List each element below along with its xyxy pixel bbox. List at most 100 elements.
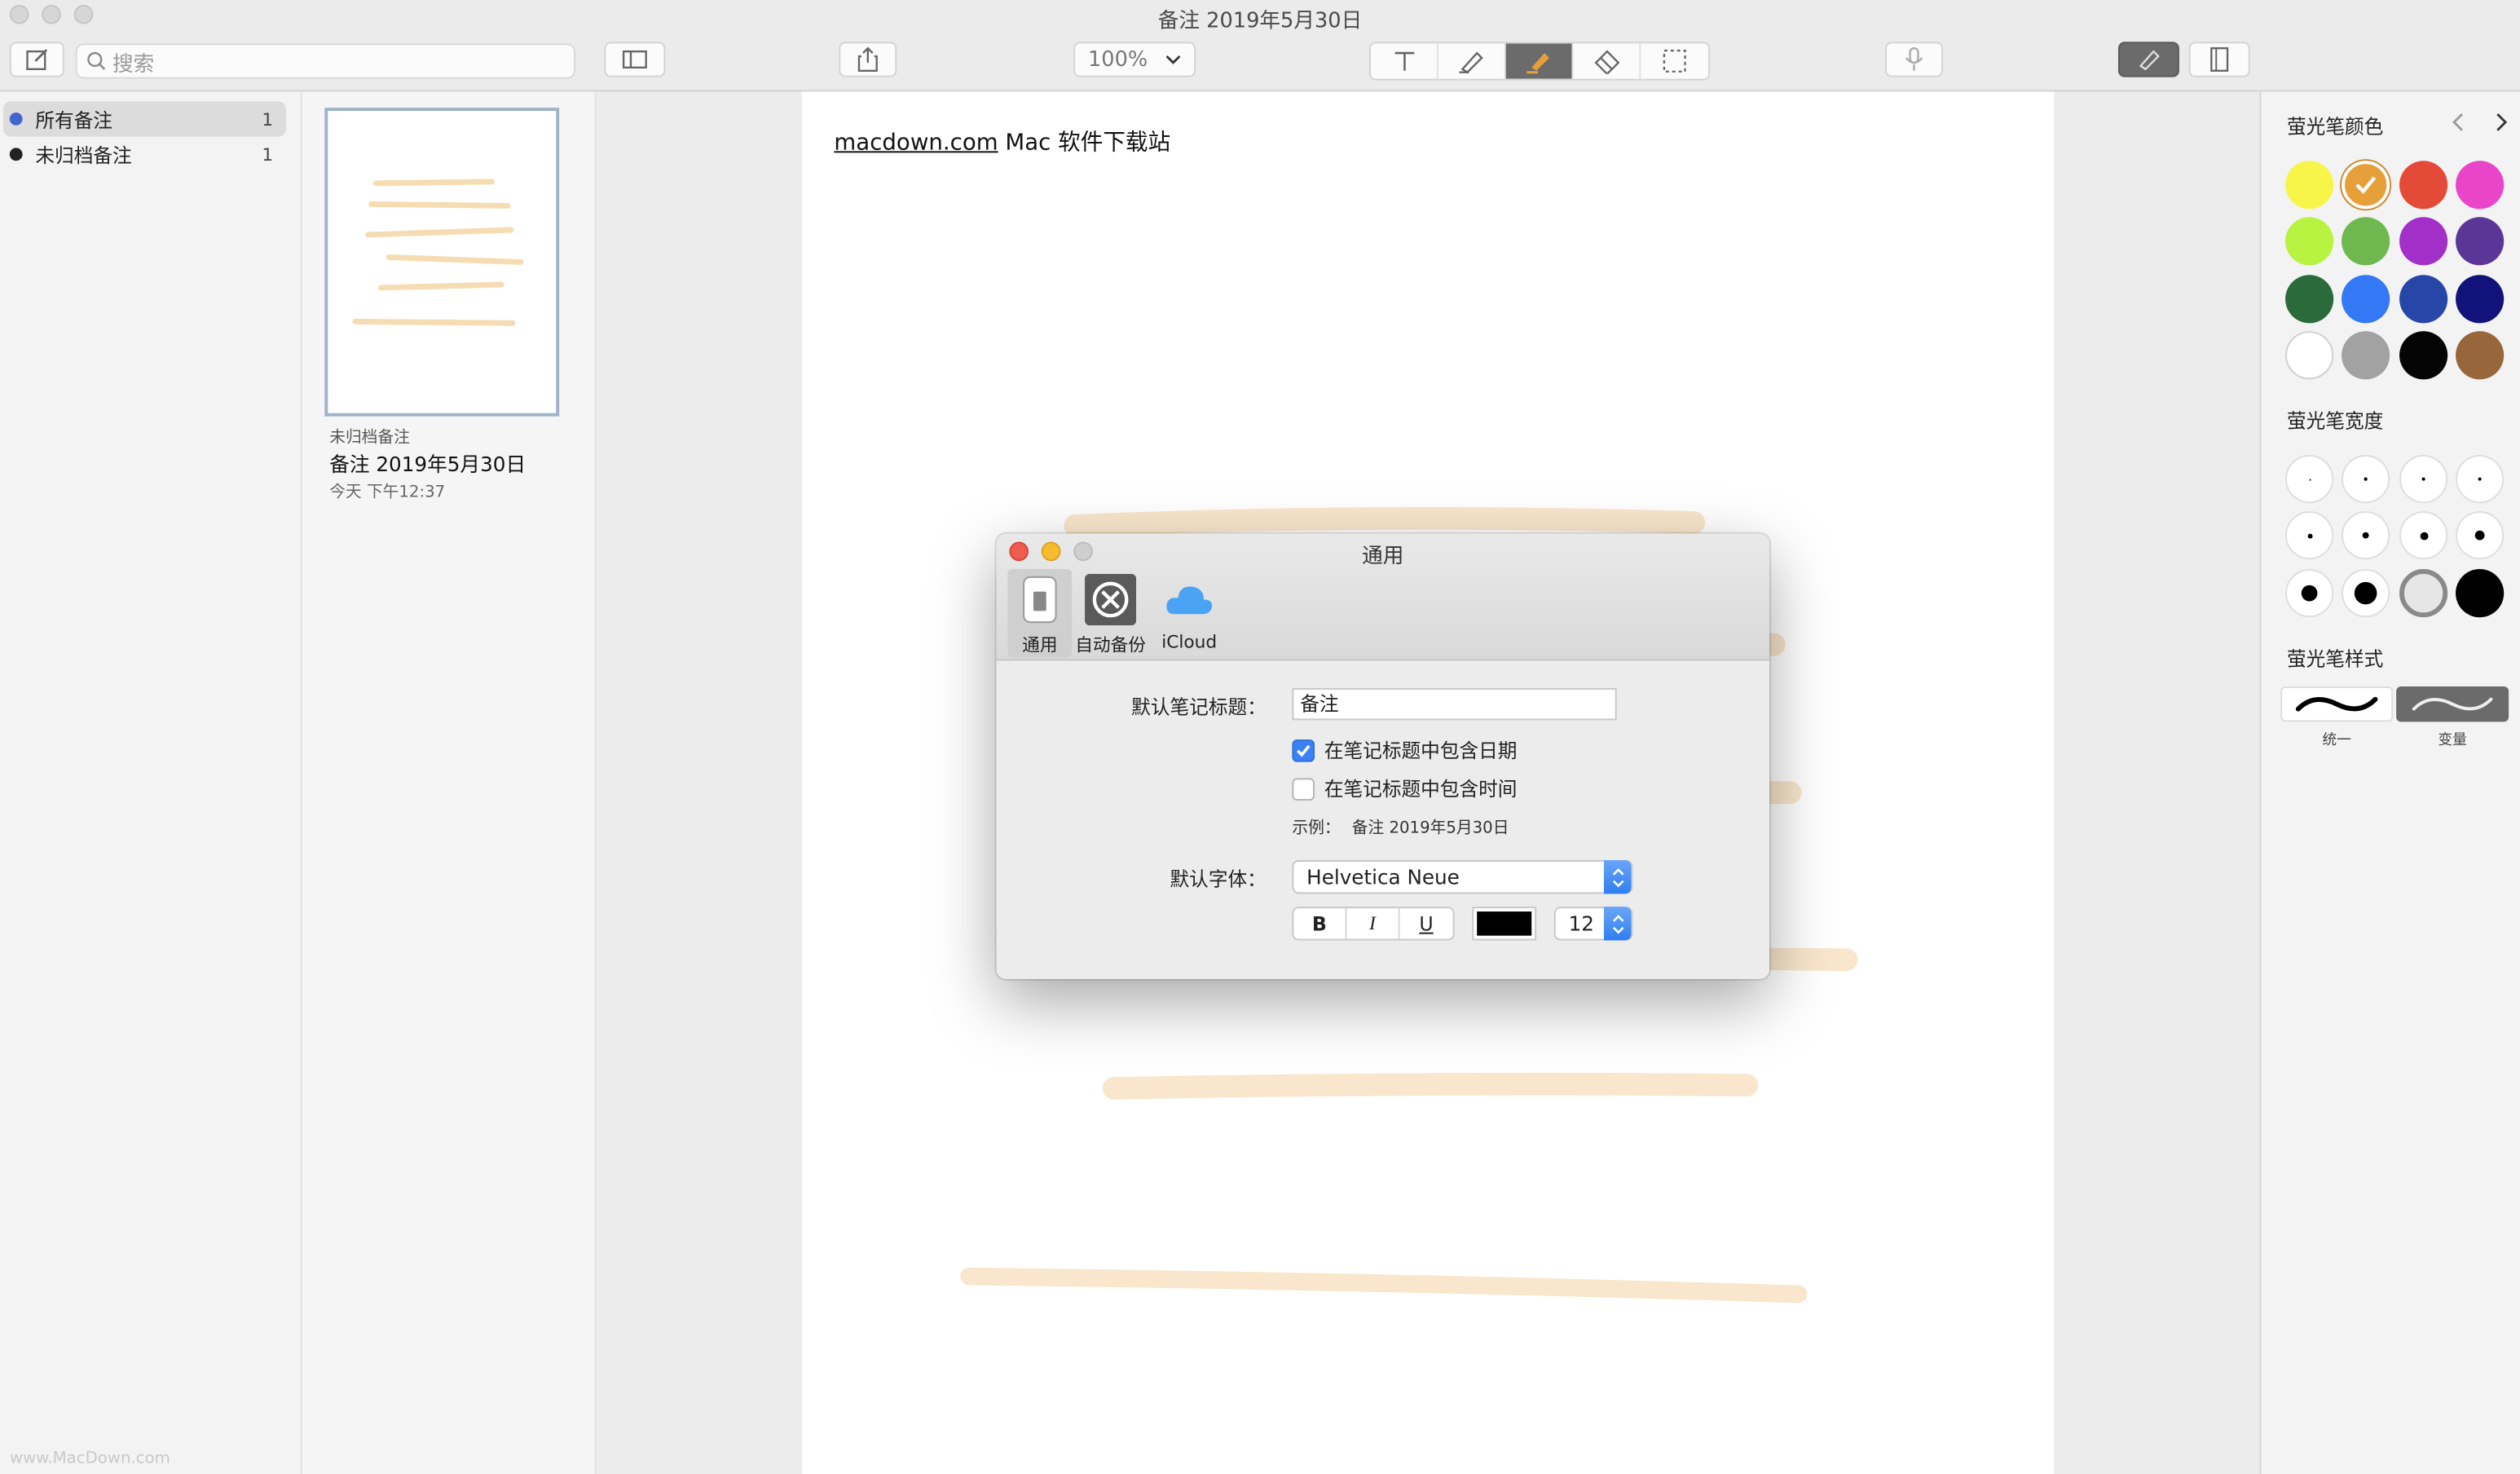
note-time: 今天 下午12:37: [329, 483, 446, 502]
sidebar-toggle-button[interactable]: [604, 42, 666, 77]
toolbar: 备注 2019年5月30日 搜索 100%: [0, 0, 2520, 92]
width-option[interactable]: [2285, 455, 2334, 504]
note-thumbnail[interactable]: [324, 108, 560, 417]
color-section-title: 萤光笔颜色: [2287, 115, 2384, 139]
zoom-select[interactable]: 100%: [1073, 42, 1196, 77]
font-size-select[interactable]: 12: [1553, 907, 1633, 941]
color-swatch[interactable]: [2285, 331, 2334, 380]
default-title-field[interactable]: 备注: [1292, 687, 1617, 721]
share-icon: [857, 46, 878, 72]
eraser-tool-button[interactable]: [1573, 43, 1641, 79]
color-swatch[interactable]: [2456, 275, 2505, 324]
share-button[interactable]: [839, 42, 897, 77]
width-dot-icon: [2362, 532, 2369, 539]
example-label: 示例：: [1292, 819, 1341, 838]
italic-button[interactable]: I: [1346, 908, 1400, 939]
highlighter-panel-button[interactable]: [2117, 42, 2179, 77]
font-size-value: 12: [1568, 911, 1594, 936]
width-option[interactable]: [2342, 511, 2390, 560]
app-window: 备注 2019年5月30日 搜索 100% 所有备注 1 未归档备注 1 未归档…: [0, 0, 2520, 1474]
width-option[interactable]: [2456, 455, 2505, 504]
folder-dot-icon: [9, 113, 23, 126]
color-swatch[interactable]: [2285, 275, 2334, 324]
width-option[interactable]: [2342, 455, 2390, 504]
width-option[interactable]: [2285, 511, 2334, 560]
color-swatch[interactable]: [2456, 217, 2505, 266]
tab-label: iCloud: [1161, 631, 1218, 653]
color-swatch[interactable]: [2342, 217, 2390, 266]
color-swatch[interactable]: [2342, 275, 2390, 324]
sidebar-item-label: 所有备注: [35, 108, 113, 131]
color-swatch[interactable]: [2456, 161, 2505, 210]
width-option[interactable]: [2399, 569, 2448, 618]
up-down-arrows-icon: [1603, 859, 1632, 894]
variable-stroke-icon: [2412, 697, 2493, 711]
color-swatch[interactable]: [2342, 331, 2390, 380]
include-date-label: 在笔记标题中包含日期: [1324, 739, 1518, 762]
highlighter-tool-button[interactable]: [1505, 43, 1574, 79]
pen-tool-button[interactable]: [1438, 43, 1506, 79]
color-swatch[interactable]: [2285, 161, 2334, 210]
width-dot-icon: [2308, 478, 2311, 480]
style-variable-button[interactable]: [2396, 686, 2509, 722]
chevron-right-icon[interactable]: [2492, 113, 2509, 132]
default-font-label: 默认字体：: [1170, 867, 1267, 891]
color-swatch[interactable]: [2456, 331, 2505, 380]
example-value: 备注 2019年5月30日: [1351, 819, 1509, 838]
sidebar-icon: [622, 50, 647, 69]
style-section-title: 萤光笔样式: [2287, 647, 2384, 671]
chevron-left-icon[interactable]: [2451, 113, 2467, 132]
color-swatch[interactable]: [2285, 217, 2334, 266]
example-preview: 示例： 备注 2019年5月30日: [1292, 814, 1509, 838]
tab-general[interactable]: 通用: [1007, 569, 1073, 658]
selection-tool-button[interactable]: [1641, 43, 1708, 78]
zoom-value: 100%: [1087, 47, 1148, 72]
new-note-button[interactable]: [9, 42, 64, 77]
bold-button[interactable]: B: [1293, 908, 1347, 939]
underline-button[interactable]: U: [1400, 908, 1453, 938]
preferences-dialog: 通用 通用 自动备份 iCloud 默认笔记标题： 备注 在笔记标题中包含日期 …: [996, 533, 1770, 979]
include-date-checkbox[interactable]: 在笔记标题中包含日期: [1292, 736, 1518, 764]
sidebar-item-count: 1: [262, 143, 274, 165]
page-panel-button[interactable]: [2188, 42, 2250, 77]
width-dot-icon: [2419, 531, 2428, 540]
watermark: www.MacDown.com: [9, 1450, 170, 1468]
search-placeholder: 搜索: [112, 52, 155, 77]
color-swatch[interactable]: [2399, 275, 2448, 324]
color-swatch[interactable]: [2342, 161, 2390, 210]
style-uniform-button[interactable]: [2280, 686, 2394, 722]
width-dot-icon: [2364, 478, 2368, 481]
sidebar-item-unarchived[interactable]: 未归档备注 1: [3, 137, 286, 172]
text-tool-button[interactable]: [1371, 43, 1438, 79]
record-audio-button[interactable]: [1885, 42, 1944, 77]
width-option[interactable]: [2285, 569, 2334, 618]
folder-dot-icon: [9, 148, 23, 161]
search-input[interactable]: 搜索: [75, 43, 575, 79]
text-tool-icon: [1394, 51, 1414, 71]
sidebar-item-all-notes[interactable]: 所有备注 1: [2, 101, 286, 137]
uniform-stroke-icon: [2295, 696, 2378, 712]
font-style-segment: B I U: [1292, 907, 1455, 941]
font-color-well[interactable]: [1472, 907, 1537, 941]
tab-auto-backup[interactable]: 自动备份: [1073, 569, 1148, 657]
color-swatch[interactable]: [2399, 217, 2448, 266]
width-section-title: 萤光笔宽度: [2287, 409, 2384, 433]
include-time-checkbox[interactable]: 在笔记标题中包含时间: [1292, 775, 1518, 802]
font-color-swatch: [1477, 911, 1532, 936]
include-time-label: 在笔记标题中包含时间: [1324, 778, 1518, 801]
width-option[interactable]: [2399, 511, 2448, 560]
width-option[interactable]: [2456, 511, 2505, 560]
font-select[interactable]: Helvetica Neue: [1292, 859, 1633, 894]
checkbox-checked-icon: [1292, 739, 1315, 761]
default-title-label: 默认笔记标题：: [1131, 695, 1267, 719]
color-swatch[interactable]: [2399, 161, 2448, 210]
style-variable-label: 变量: [2438, 733, 2467, 749]
width-option[interactable]: [2399, 455, 2448, 504]
width-option[interactable]: [2342, 569, 2390, 618]
tab-icloud[interactable]: iCloud: [1157, 569, 1222, 657]
width-option[interactable]: [2456, 569, 2505, 618]
tool-palette: [1369, 42, 1711, 81]
tab-label: 自动备份: [1075, 634, 1146, 656]
width-dot-icon: [2421, 477, 2425, 481]
color-swatch[interactable]: [2399, 331, 2448, 380]
